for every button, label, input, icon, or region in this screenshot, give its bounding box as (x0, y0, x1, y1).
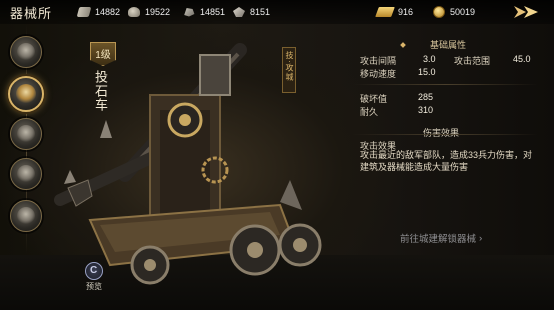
unit-slot-1[interactable] (10, 36, 42, 68)
siege-unit-icon (17, 207, 35, 225)
unit-name: 投石车 (93, 70, 108, 112)
iron-value: 8151 (250, 7, 271, 17)
resource-stone: 14851 (183, 5, 225, 19)
stone-icon (184, 8, 195, 17)
basic-attributes-title: 基础属性 (353, 38, 543, 50)
unit-slot-2-selected[interactable] (8, 76, 44, 112)
attack-interval-label: 攻击间隔 (360, 56, 397, 66)
unit-tag-text: 技·攻城 (285, 51, 294, 82)
durability-label: 耐久 (360, 107, 379, 117)
coin-icon (433, 6, 445, 18)
unit-slot-5[interactable] (10, 200, 42, 232)
gold-bar-icon (375, 7, 395, 17)
preview-label: 预览 (86, 282, 102, 291)
destroy-label: 破坏值 (360, 94, 388, 104)
attack-interval-value: 3.0 (423, 54, 436, 64)
wood-value: 14882 (95, 7, 121, 17)
wood-icon (76, 7, 92, 17)
currency-gold: 916 (375, 5, 414, 19)
food-icon (128, 7, 140, 17)
move-speed-value: 15.0 (418, 67, 436, 77)
preview-icon (85, 262, 103, 280)
resource-wood: 14882 (76, 5, 121, 19)
basic-attributes-text: 基础属性 (429, 40, 466, 50)
siege-unit-icon (17, 125, 35, 143)
unit-level: 1级 (95, 50, 111, 61)
goto-unlock-button[interactable]: 前往城建解锁器械 ›› (400, 231, 482, 246)
attack-range-value: 45.0 (513, 54, 531, 64)
siege-unit-icon (17, 165, 35, 183)
coin-value: 50019 (450, 7, 476, 17)
unit-slot-4[interactable] (10, 158, 42, 190)
stats-divider (353, 84, 538, 85)
page-title: 器械所 (10, 6, 53, 21)
attack-range-label: 攻击范围 (454, 56, 491, 66)
attack-effect-description: 攻击最近的敌军部队，造成33兵力伤害，对建筑及器械能造成大量伤害 (360, 150, 533, 172)
back-arrow-icon[interactable] (512, 3, 540, 21)
resource-iron: 8151 (233, 5, 270, 19)
damage-effect-title: 伤害效果 (423, 128, 460, 138)
gold-value: 916 (398, 7, 414, 17)
catapult-icon (16, 84, 36, 104)
destroy-value: 285 (418, 92, 434, 102)
move-speed-label: 移动速度 (360, 69, 397, 79)
damage-divider (353, 134, 538, 135)
food-value: 19522 (145, 7, 171, 17)
unit-tag-badge: 技·攻城 (282, 47, 296, 93)
siege-unit-icon (17, 43, 35, 61)
unit-selector-rail (0, 24, 54, 274)
stone-value: 14851 (200, 7, 226, 17)
goto-unlock-label: 前往城建解锁器械 (400, 234, 477, 245)
resource-food: 19522 (128, 5, 170, 19)
unit-slot-3[interactable] (10, 118, 42, 150)
currency-coin: 50019 (433, 5, 475, 19)
preview-button[interactable]: 预览 (80, 262, 108, 292)
durability-value: 310 (418, 105, 434, 115)
iron-icon (233, 7, 245, 17)
